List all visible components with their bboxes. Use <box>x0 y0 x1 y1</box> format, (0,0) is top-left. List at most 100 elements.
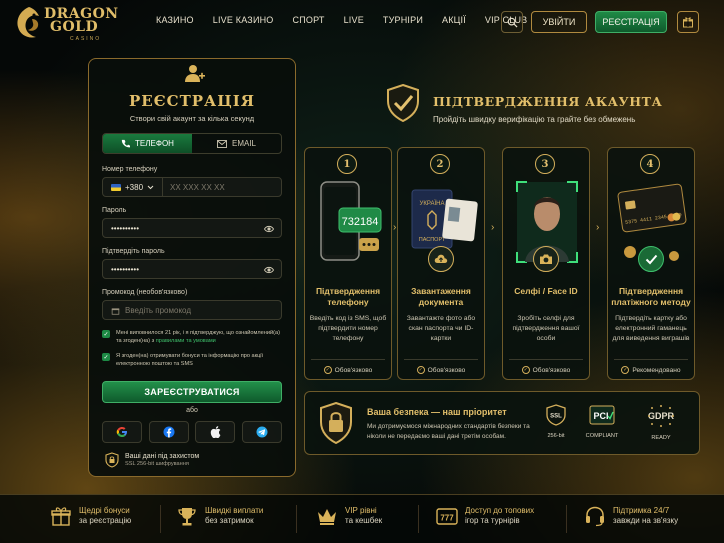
pci-caption: COMPLIANT <box>585 433 619 439</box>
google-icon <box>116 427 127 437</box>
eye-icon[interactable] <box>264 265 274 275</box>
sms-code: 732184 <box>342 216 379 228</box>
gift-button[interactable] <box>677 11 699 33</box>
dial-code: +380 <box>125 182 144 192</box>
registration-title: РЕЄСТРАЦІЯ <box>129 92 255 110</box>
step-number: 2 <box>430 154 450 174</box>
terms-text: Мені виповнилося 21 рік, і я підтверджую… <box>116 329 286 345</box>
security-info-box: Ваша безпека — наш пріоритет Ми дотримує… <box>304 391 700 455</box>
tab-email-label: EMAIL <box>231 139 256 148</box>
svg-text:777: 777 <box>440 514 454 523</box>
feature-title: VIP рівні <box>345 506 377 515</box>
camera-button[interactable] <box>533 246 559 272</box>
google-login-button[interactable] <box>102 421 142 443</box>
ssl-badge-text: SSL <box>550 414 562 420</box>
login-button[interactable]: УВІЙТИ <box>531 11 587 33</box>
password-label: Пароль <box>102 207 127 214</box>
cloud-upload-icon <box>434 254 448 263</box>
phone-input[interactable] <box>170 182 281 192</box>
divider <box>418 505 419 533</box>
marketing-text: Я згоден(на) отримувати бонуси та інформ… <box>116 353 264 367</box>
features-bar: Щедрі бонуси за реєстрацію Швидкі виплати… <box>0 494 724 543</box>
crown-icon <box>318 509 336 525</box>
nav-live[interactable]: LIVE <box>344 15 364 25</box>
gift-icon <box>683 17 693 28</box>
step-status: ✓ Обов'язково <box>404 359 478 374</box>
step-status-text: Обов'язково <box>334 366 373 374</box>
chevron-down-icon <box>147 185 154 189</box>
eye-icon[interactable] <box>264 224 274 234</box>
facebook-login-button[interactable] <box>148 421 189 443</box>
dragon-gold-logo[interactable]: DRAGON GOLD CASINO <box>12 5 118 42</box>
apple-login-button[interactable] <box>195 421 236 443</box>
register-submit-button[interactable]: ЗАРЕЄСТРУВАТИСЯ <box>102 381 282 403</box>
tab-email[interactable]: EMAIL <box>192 134 281 153</box>
or-divider: або <box>186 407 198 414</box>
feature-subtitle: ігор та турнірів <box>465 516 520 525</box>
register-header-button[interactable]: РЕЄСТРАЦІЯ <box>595 11 667 33</box>
verified-shield-icon <box>387 84 419 122</box>
password-field[interactable]: •••••••••• <box>102 218 282 238</box>
upload-button[interactable] <box>428 246 454 272</box>
chevron-right-icon: › <box>596 222 600 233</box>
verification-title: ПІДТВЕРДЖЕННЯ АКАУНТА <box>433 94 663 109</box>
step-description: Зробіть селфі для підтвердження вашої ос… <box>512 315 580 342</box>
step-status-text: Обов'язково <box>427 366 466 374</box>
nav-tournaments[interactable]: ТУРНІРИ <box>383 15 423 25</box>
feature-title: Щедрі бонуси <box>79 506 130 515</box>
verification-step-selfie[interactable]: 3 Селфі / Face ID Зробіть селфі для підт… <box>502 147 590 380</box>
phone-label: Номер телефону <box>102 166 158 173</box>
nav-promotions[interactable]: АКЦІЇ <box>442 15 466 25</box>
nav-live-casino[interactable]: LIVE КАЗИНО <box>213 15 274 25</box>
headset-icon <box>586 506 604 527</box>
check-circle-icon: ✓ <box>621 366 630 374</box>
apple-icon <box>210 426 221 438</box>
add-user-icon <box>185 65 205 82</box>
search-button[interactable] <box>501 11 523 33</box>
step-title: Завантаження документа <box>411 286 471 307</box>
pci-certificate: PCI COMPLIANT <box>579 404 625 439</box>
consent-terms-row: ✓ Мені виповнилося 21 рік, і я підтвердж… <box>102 329 286 345</box>
marketing-checkbox[interactable]: ✓ <box>102 353 110 361</box>
feature-title: Швидкі виплати <box>205 506 264 515</box>
feature-subtitle: завжди на зв'язку <box>613 516 679 525</box>
promo-input[interactable] <box>125 305 255 315</box>
registration-subtitle: Створи свій акаунт за кілька секунд <box>129 114 255 123</box>
nav-casino[interactable]: КАЗИНО <box>156 15 194 25</box>
phone-icon <box>121 139 131 148</box>
logo-wordmark: DRAGON GOLD <box>44 7 119 35</box>
step-description: Підтвердіть картку або електронний гаман… <box>612 315 690 342</box>
nav-sport[interactable]: СПОРТ <box>293 15 325 25</box>
step-description: Введіть код із SMS, щоб підтвердити номе… <box>309 315 387 342</box>
terms-link[interactable]: правилами та умовами <box>156 338 216 344</box>
logo-line-2: GOLD <box>50 19 99 35</box>
logo-subtitle: CASINO <box>70 36 102 42</box>
confirm-password-field[interactable]: •••••••••• <box>102 259 282 279</box>
terms-checkbox[interactable]: ✓ <box>102 330 110 338</box>
verification-step-payment[interactable]: 4 5375 4411 2345 6789 Підтвердження плат… <box>607 147 695 380</box>
step-description: Завантажте фото або скан паспорта чи ID-… <box>406 315 476 342</box>
tab-phone[interactable]: ТЕЛЕФОН <box>103 134 192 153</box>
gift-icon <box>111 307 120 315</box>
data-protection-note: Ваші дані під захистом SSL 256-bit шифру… <box>105 452 199 468</box>
verification-step-document[interactable]: 2 УКРАЇНА ПАСПОРТ Завантаження документа… <box>397 147 485 380</box>
country-code-select[interactable]: +380 <box>111 178 164 196</box>
password-value: •••••••••• <box>111 223 140 233</box>
promo-label: Промокод (необов'язково) <box>102 289 188 296</box>
promo-field <box>102 300 282 320</box>
step-number: 1 <box>337 154 357 174</box>
social-login-row <box>102 421 282 443</box>
secure-subtitle: SSL 256-bit шифрування <box>125 461 189 467</box>
security-title: Ваша безпека — наш пріоритет <box>367 407 507 417</box>
telegram-login-button[interactable] <box>241 421 282 443</box>
step-status-text: Обов'язково <box>532 366 571 374</box>
secure-title: Ваші дані під захистом <box>125 453 200 460</box>
main-nav: КАЗИНО LIVE КАЗИНО СПОРТ LIVE ТУРНІРИ АК… <box>156 15 546 25</box>
verification-step-phone[interactable]: 1 732184 Підтвердження телефону Введіть … <box>304 147 392 380</box>
facebook-icon <box>163 426 175 438</box>
ssl-badge-icon: SSL <box>546 404 566 426</box>
step-status: ✓ Обов'язково <box>509 359 583 374</box>
check-circle-icon: ✓ <box>323 366 332 374</box>
gift-icon <box>51 507 71 526</box>
confirm-password-label: Підтвердіть пароль <box>102 248 165 255</box>
